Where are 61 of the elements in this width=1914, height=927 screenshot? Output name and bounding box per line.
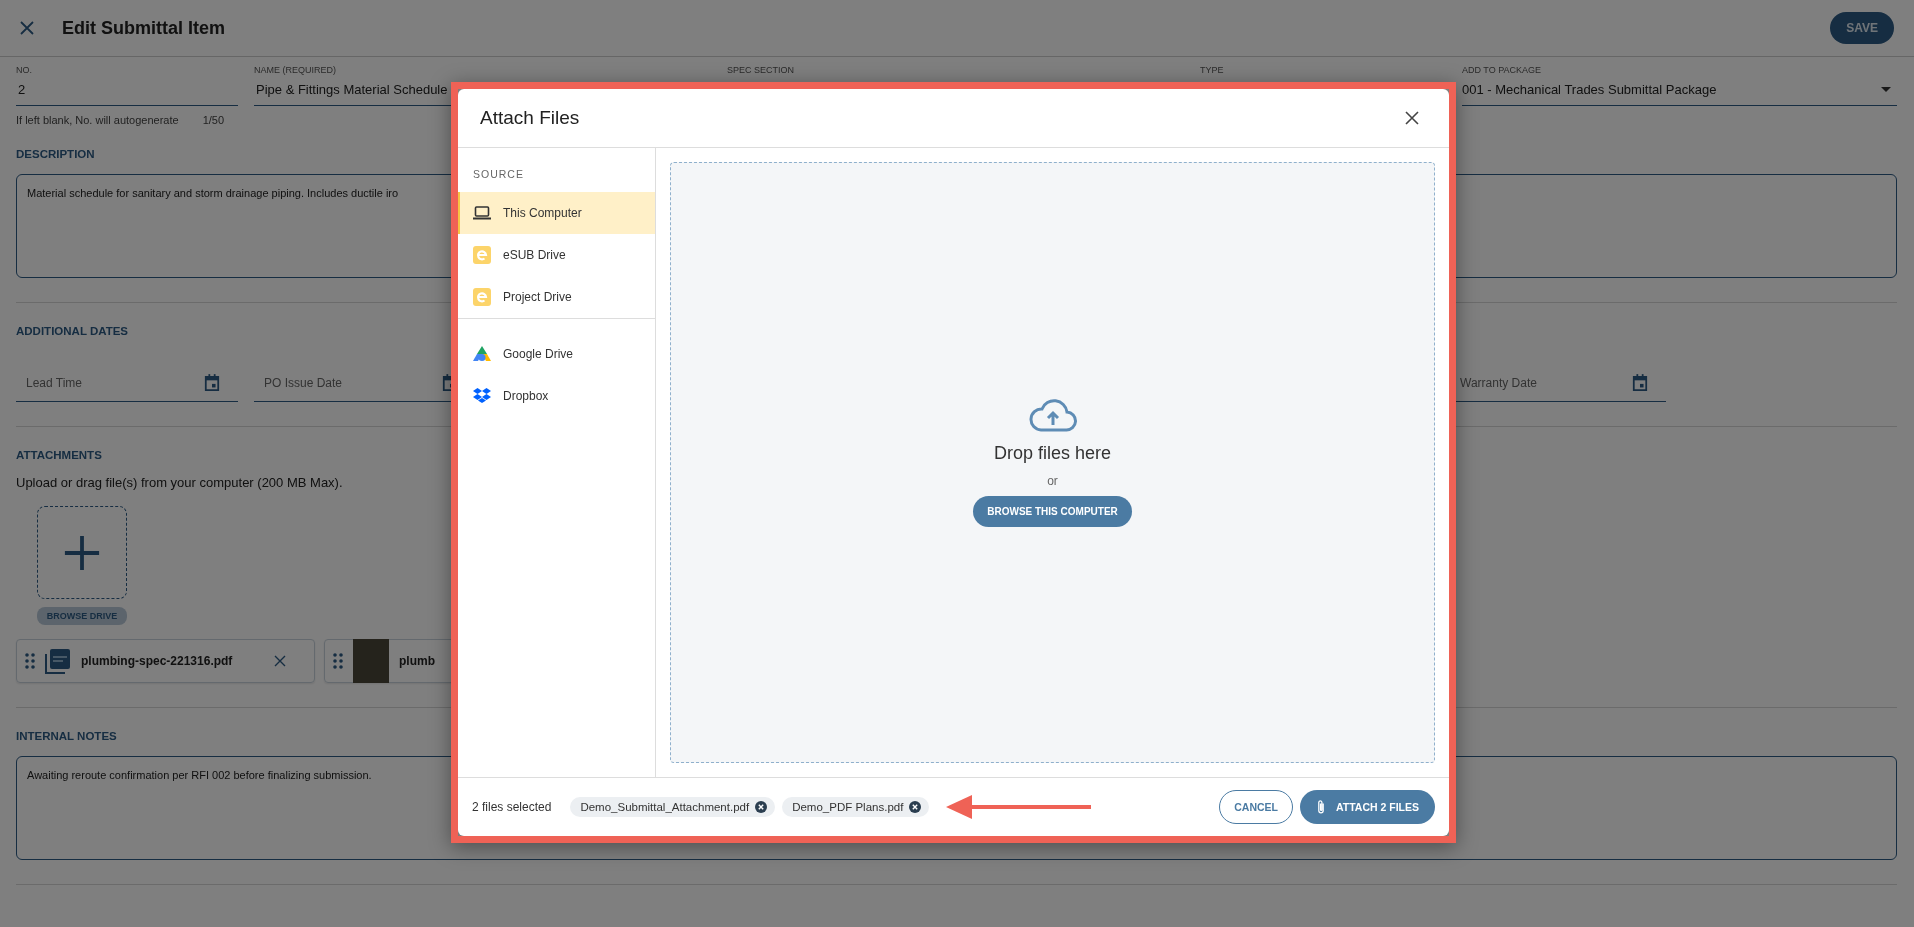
box-logo-icon [473, 388, 491, 404]
drop-zone[interactable]: Drop files here or BROWSE THIS COMPUTER [670, 162, 1435, 763]
field-label: ADD TO PACKAGE [1462, 65, 1543, 75]
drive-logo-icon [473, 288, 491, 306]
file-name: plumb [399, 654, 435, 668]
section-heading: INTERNAL NOTES [16, 730, 117, 742]
source-item[interactable]: Project Drive [458, 276, 655, 318]
notes-text: Awaiting reroute confirmation per RFI 002 before finalizing submission. [27, 769, 372, 781]
field-label: TYPE [1200, 65, 1225, 75]
drive-logo-icon [473, 246, 491, 264]
field-label: SPEC SECTION [727, 65, 795, 75]
field-value: Pipe & Fittings Material Schedule [255, 81, 449, 97]
date-placeholder: PO Issue Date [264, 376, 343, 390]
file-name: plumbing-spec-221316.pdf [81, 654, 233, 668]
section-heading: ADDITIONAL DATES [16, 325, 129, 337]
page-title: Edit Submittal Item [62, 17, 226, 39]
form-field[interactable]: NO. 2 [16, 63, 238, 106]
remove-icon[interactable] [909, 801, 922, 813]
upload-hint: Upload or drag file(s) from your computer (200 MB Max). [16, 475, 343, 490]
date-field[interactable]: Lead Time [16, 365, 238, 402]
calendar-icon[interactable] [204, 374, 220, 392]
helper-text: If left blank, No. will autogenerate [16, 114, 179, 126]
file-chip[interactable]: Demo_PDF Plans.pdf [782, 797, 930, 817]
browse-computer-button[interactable]: BROWSE THIS COMPUTER [973, 495, 1132, 527]
section-heading: ATTACHMENTS [16, 449, 102, 461]
dropdown-caret-icon [1881, 86, 1891, 92]
save-button[interactable]: SAVE [1830, 12, 1894, 44]
plus-icon [63, 533, 101, 572]
source-heading: SOURCE [472, 168, 525, 182]
cancel-button[interactable]: CANCEL [1219, 790, 1293, 824]
file-card[interactable]: plumbing-spec-221316.pdf [16, 639, 315, 683]
field-label: NAME (REQUIRED) [254, 65, 337, 75]
pdf-file-icon [45, 648, 71, 674]
calendar-icon[interactable] [1632, 374, 1648, 392]
selected-count: 2 files selected [472, 800, 552, 814]
drop-title: Drop files here [993, 442, 1112, 464]
date-placeholder: Lead Time [26, 376, 83, 390]
field-value: 001 - Mechanical Trades Submittal Package [1462, 81, 1718, 97]
date-placeholder: Warranty Date [1460, 376, 1537, 390]
cloud-upload-icon [1027, 398, 1078, 433]
or-text: or [1047, 473, 1058, 488]
photo-placeholder [353, 639, 389, 683]
description-text: Material schedule for sanitary and storm drainage piping. Includes ductile iro [27, 187, 399, 199]
source-item[interactable]: eSUB Drive [458, 234, 655, 276]
character-counter: 1/50 [202, 114, 225, 126]
drag-handle-icon[interactable] [333, 653, 343, 669]
close-icon[interactable] [1405, 111, 1419, 125]
section-heading: DESCRIPTION [16, 148, 95, 160]
form-field[interactable]: ADD TO PACKAGE 001 - Mechanical Trades Submittal Package [1462, 63, 1897, 106]
file-chip[interactable]: Demo_Submittal_Attachment.pdf [570, 797, 776, 817]
paperclip-icon [1315, 799, 1326, 815]
field-label: NO. [16, 65, 33, 75]
triangle-logo-icon [473, 346, 491, 362]
attach-button[interactable]: ATTACH 2 FILES [1299, 790, 1435, 824]
field-value: 2 [17, 81, 27, 97]
laptop-icon [473, 206, 491, 220]
remove-icon[interactable] [755, 801, 768, 813]
dialog-title: Attach Files [480, 107, 580, 129]
drag-handle-icon[interactable] [25, 653, 35, 669]
source-item[interactable]: This Computer [458, 192, 655, 234]
add-file-tile[interactable] [37, 506, 127, 599]
